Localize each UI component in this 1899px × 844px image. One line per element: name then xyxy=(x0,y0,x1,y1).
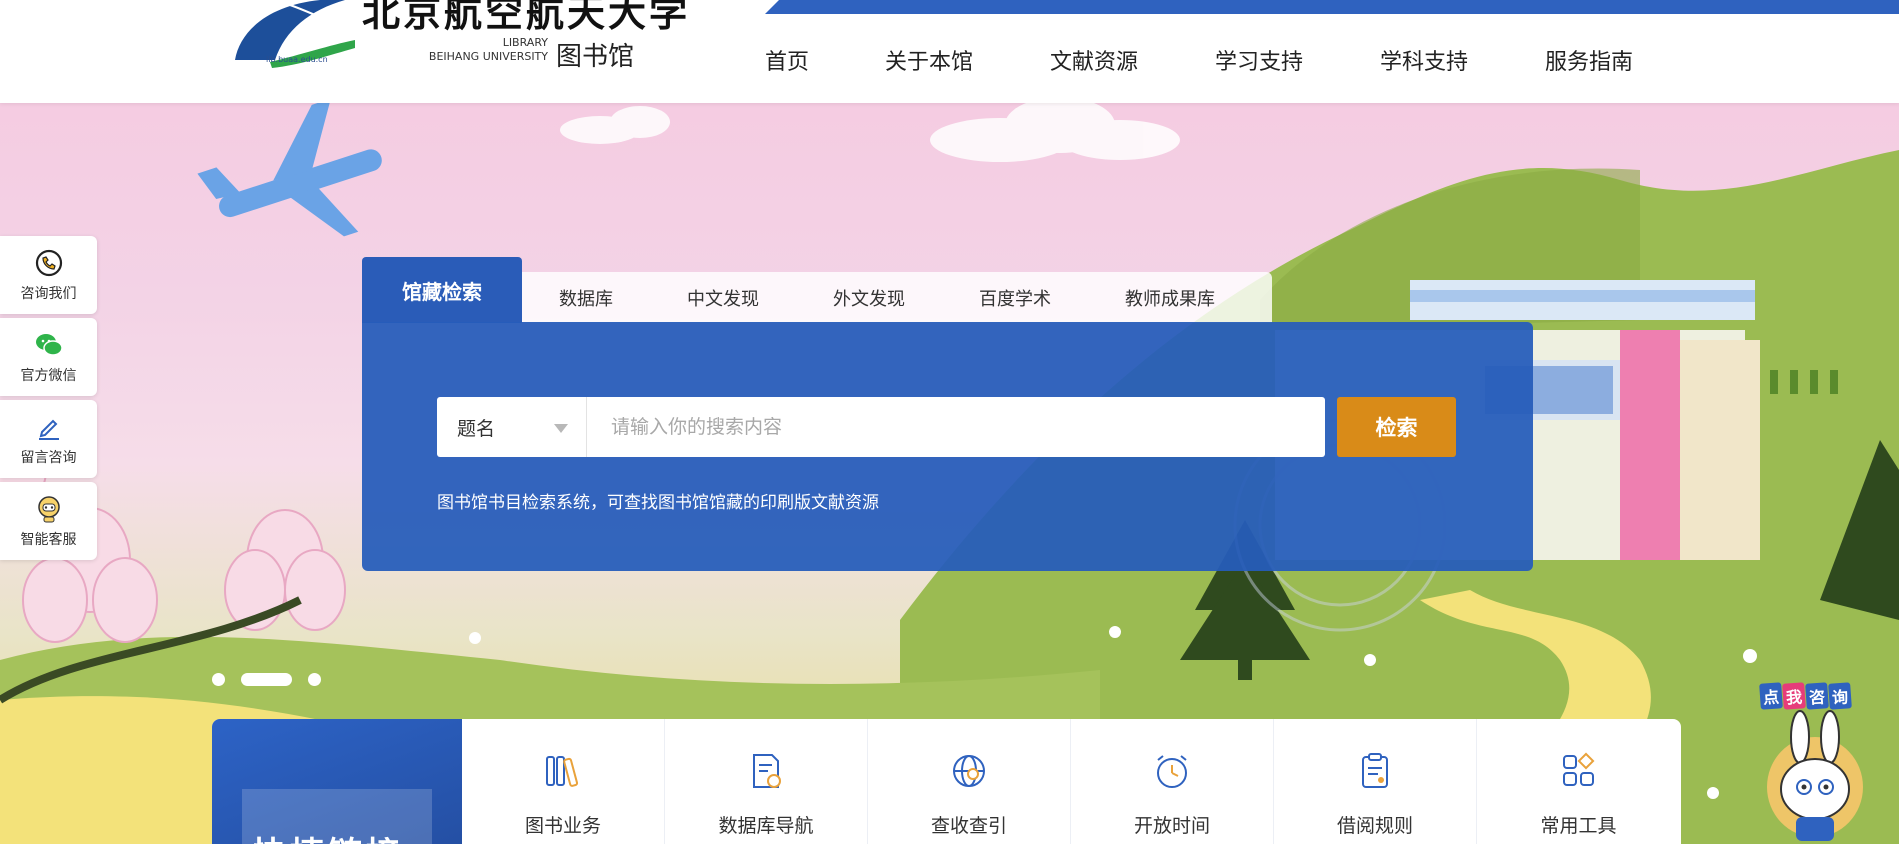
logo-library-en-line1: LIBRARY xyxy=(502,36,548,49)
quick-links-title: 快捷链接 xyxy=(252,827,404,844)
carousel-dots xyxy=(212,673,321,686)
tab-foreign-discovery[interactable]: 外文发现 xyxy=(796,285,942,311)
search-row: 题名 检索 xyxy=(437,397,1456,457)
quick-item-tools[interactable]: 常用工具 xyxy=(1477,719,1680,844)
tab-databases[interactable]: 数据库 xyxy=(522,285,650,311)
quick-item-books[interactable]: 图书业务 xyxy=(462,719,665,844)
pen-icon xyxy=(38,419,59,440)
carousel-dot-3[interactable] xyxy=(308,673,321,686)
logo-library-cn: 图书馆 xyxy=(556,42,635,72)
header-accent-bar xyxy=(765,0,1899,14)
quick-item-borrowing-rules-label: 借阅规则 xyxy=(1336,815,1413,837)
nav-resources[interactable]: 文献资源 xyxy=(1050,44,1215,76)
float-ai-service-label: 智能客服 xyxy=(20,531,77,548)
quick-item-citation[interactable]: 查收查引 xyxy=(868,719,1071,844)
mascot-tag-1: 点 xyxy=(1759,682,1783,710)
mascot-tag-2: 我 xyxy=(1782,682,1806,710)
float-ai-service[interactable]: 智能客服 xyxy=(0,482,97,560)
search-input[interactable] xyxy=(587,397,1325,457)
tab-baidu-scholar[interactable]: 百度学术 xyxy=(942,285,1088,311)
search-description: 图书馆书目检索系统，可查找图书馆馆藏的印刷版文献资源 xyxy=(437,493,879,513)
search-field-select[interactable]: 题名 xyxy=(437,397,587,457)
search-button[interactable]: 检索 xyxy=(1337,397,1456,457)
books-icon xyxy=(546,756,579,787)
float-contact-us-label: 咨询我们 xyxy=(20,285,77,302)
phone-chat-icon xyxy=(35,249,62,276)
quick-items: 图书业务 数据库导航 查收查引 开放时间 借阅规则 常用工具 xyxy=(462,719,1681,844)
float-message-label: 留言咨询 xyxy=(20,449,77,466)
nav-learning-support[interactable]: 学习支持 xyxy=(1215,44,1380,76)
nav-service-guide[interactable]: 服务指南 xyxy=(1545,44,1710,76)
quick-item-citation-label: 查收查引 xyxy=(930,815,1007,837)
logo-library-en-line2: BEIHANG UNIVERSITY xyxy=(428,50,548,63)
globe-search-icon xyxy=(953,755,985,787)
search-tabs-rest: 数据库 中文发现 外文发现 百度学术 教师成果库 xyxy=(522,272,1272,323)
clipboard-icon xyxy=(1362,753,1388,788)
rabbit-mascot-icon xyxy=(1767,710,1863,841)
float-wechat-label: 官方微信 xyxy=(20,367,77,384)
main-nav: 首页 关于本馆 文献资源 学习支持 学科支持 服务指南 xyxy=(765,44,1710,76)
logo-url: lib.buaa.edu.cn xyxy=(266,55,328,64)
quick-item-borrowing-rules[interactable]: 借阅规则 xyxy=(1274,719,1477,844)
mascot-tag: 点 我 咨 询 xyxy=(1759,682,1852,710)
wechat-icon xyxy=(35,333,63,356)
nav-subject-support[interactable]: 学科支持 xyxy=(1380,44,1545,76)
tab-faculty-achievements[interactable]: 教师成果库 xyxy=(1088,285,1252,311)
logo-university-name[interactable]: 北京航空航天大学 xyxy=(362,0,690,37)
quick-item-database-nav-label: 数据库导航 xyxy=(718,815,814,837)
chevron-down-icon xyxy=(554,424,568,433)
quick-item-books-label: 图书业务 xyxy=(524,815,601,837)
carousel-dot-2-active[interactable] xyxy=(241,673,292,686)
float-message[interactable]: 留言咨询 xyxy=(0,400,97,478)
quick-item-opening-hours-label: 开放时间 xyxy=(1133,815,1210,837)
database-doc-icon xyxy=(753,754,781,788)
mascot-consult-button[interactable]: 点 我 咨 询 xyxy=(1759,682,1870,844)
search-panel: 题名 检索 图书馆书目检索系统，可查找图书馆馆藏的印刷版文献资源 xyxy=(362,322,1533,571)
site-header: lib.buaa.edu.cn 北京航空航天大学 LIBRARY BEIHANG… xyxy=(0,0,1899,103)
tools-grid-icon xyxy=(1562,752,1594,786)
nav-home[interactable]: 首页 xyxy=(765,44,885,76)
quick-links: 快捷链接 图书业务 数据库导航 xyxy=(212,719,1681,844)
float-wechat[interactable]: 官方微信 xyxy=(0,318,97,396)
tab-chinese-discovery[interactable]: 中文发现 xyxy=(650,285,796,311)
robot-icon xyxy=(37,495,60,522)
float-service-bar: 咨询我们 官方微信 留言咨询 智能客服 xyxy=(0,236,97,564)
quick-item-opening-hours[interactable]: 开放时间 xyxy=(1071,719,1274,844)
logo-library-en: LIBRARY BEIHANG UNIVERSITY xyxy=(418,36,548,64)
mascot-tag-3: 咨 xyxy=(1805,682,1829,710)
search-field-value: 题名 xyxy=(457,417,496,440)
search-tabs: 馆藏检索 数据库 中文发现 外文发现 百度学术 教师成果库 xyxy=(362,257,1272,323)
float-contact-us[interactable]: 咨询我们 xyxy=(0,236,97,314)
quick-item-database-nav[interactable]: 数据库导航 xyxy=(665,719,868,844)
quick-links-banner: 快捷链接 xyxy=(212,719,462,844)
mascot-tag-4: 询 xyxy=(1828,682,1852,710)
nav-about[interactable]: 关于本馆 xyxy=(885,44,1050,76)
alarm-clock-icon xyxy=(1157,755,1187,788)
quick-item-tools-label: 常用工具 xyxy=(1540,815,1617,837)
tab-catalog-search[interactable]: 馆藏检索 xyxy=(362,257,522,323)
carousel-dot-1[interactable] xyxy=(212,673,225,686)
